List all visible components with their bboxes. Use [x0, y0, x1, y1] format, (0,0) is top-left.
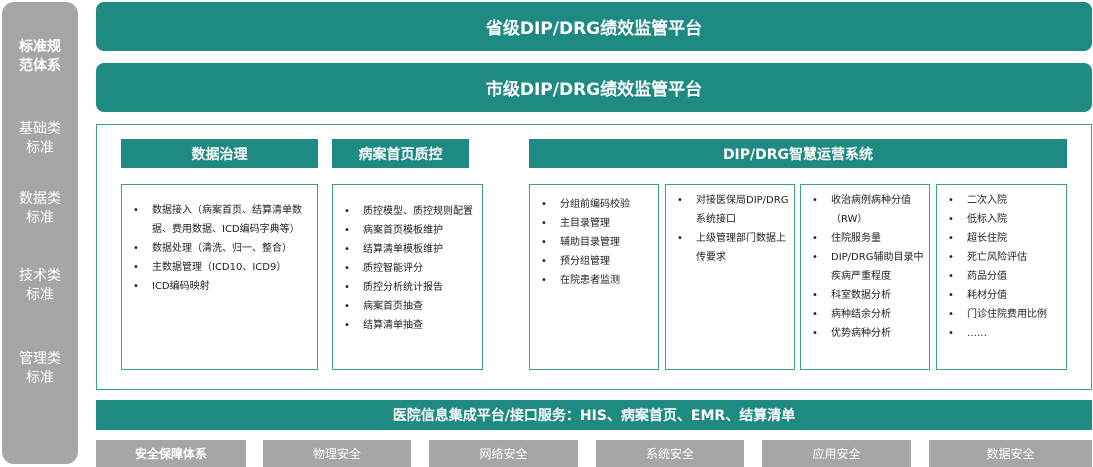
list-item: 主数据管理（ICD10、ICD9）	[122, 258, 317, 277]
standards-sidebar: 标准规 范体系 基础类 标准 数据类 标准 技术类 标准 管理类 标准	[2, 2, 78, 464]
security-label: 系统安全	[645, 447, 694, 461]
application-security-cell: 应用安全	[762, 440, 911, 467]
list-item: 预分组管理	[530, 252, 658, 271]
list-item: 分组前编码校验	[530, 195, 658, 214]
list-item: 优势病种分析	[801, 324, 929, 343]
list-item: 在院患者监测	[530, 271, 658, 290]
indicator-list: 二次入院低标入院超长住院死亡风险评估药品分值耗材分值门诊住院费用比例……	[937, 191, 1066, 343]
sidebar-label: 数据类 标准	[19, 191, 61, 226]
list-item: 质控智能评分	[333, 259, 482, 278]
list-item: 病案首页抽查	[333, 297, 482, 316]
data-security-cell: 数据安全	[929, 440, 1092, 467]
indicator-card: 二次入院低标入院超长住院死亡风险评估药品分值耗材分值门诊住院费用比例……	[936, 184, 1067, 370]
banner-title: 省级DIP/DRG绩效监管平台	[485, 19, 703, 39]
list-item: 对接医保局DIP/DRG系统接口	[666, 191, 794, 229]
list-item: 二次入院	[937, 191, 1066, 210]
quality-control-list: 质控模型、质控规则配置病案首页模板维护结算清单模板维护质控智能评分质控分析统计报…	[333, 202, 482, 335]
sidebar-item-technical: 技术类 标准	[2, 267, 78, 305]
coding-list: 分组前编码校验主目录管理辅助目录管理预分组管理在院患者监测	[530, 195, 658, 290]
sidebar-label: 管理类 标准	[19, 351, 61, 386]
interface-card: 对接医保局DIP/DRG系统接口上级管理部门数据上传要求	[665, 184, 795, 370]
list-item: 死亡风险评估	[937, 248, 1066, 267]
data-governance-list: 数据接入（病案首页、结算清单数据、费用数据、ICD编码字典等）数据处理（清洗、归…	[122, 201, 317, 296]
interface-list: 对接医保局DIP/DRG系统接口上级管理部门数据上传要求	[666, 191, 794, 267]
list-item: DIP/DRG辅助目录中疾病严重程度	[801, 248, 929, 286]
sidebar-label: 技术类 标准	[19, 268, 61, 303]
analysis-list: 收治病例病种分值（RW）住院服务量DIP/DRG辅助目录中疾病严重程度科室数据分…	[801, 191, 929, 343]
list-item: 结算清单抽查	[333, 316, 482, 335]
physical-security-cell: 物理安全	[263, 440, 411, 467]
list-item: 住院服务量	[801, 229, 929, 248]
list-item: 科室数据分析	[801, 286, 929, 305]
sidebar-item-data: 数据类 标准	[2, 190, 78, 228]
security-label: 网络安全	[479, 447, 528, 461]
list-item: 超长住院	[937, 229, 1066, 248]
list-item: 低标入院	[937, 210, 1066, 229]
list-item: 上级管理部门数据上传要求	[666, 229, 794, 267]
hospital-platform-box: 数据治理 病案首页质控 DIP/DRG智慧运营系统 数据接入（病案首页、结算清单…	[96, 124, 1092, 390]
security-system-cell: 安全保障体系	[96, 440, 246, 467]
list-item: ICD编码映射	[122, 277, 317, 296]
system-security-cell: 系统安全	[596, 440, 744, 467]
security-label: 数据安全	[986, 447, 1035, 461]
sidebar-item-management: 管理类 标准	[2, 350, 78, 388]
section-title: 数据治理	[191, 146, 248, 163]
operation-system-header: DIP/DRG智慧运营系统	[529, 139, 1067, 168]
sidebar-label: 基础类 标准	[19, 121, 61, 156]
list-item: 结算清单模板维护	[333, 240, 482, 259]
list-item: 数据处理（清洗、归一、整合）	[122, 239, 317, 258]
list-item: 质控模型、质控规则配置	[333, 202, 482, 221]
list-item: 耗材分值	[937, 286, 1066, 305]
quality-control-card: 质控模型、质控规则配置病案首页模板维护结算清单模板维护质控智能评分质控分析统计报…	[332, 184, 483, 370]
data-governance-header: 数据治理	[121, 139, 318, 168]
list-item: 主目录管理	[530, 214, 658, 233]
analysis-card: 收治病例病种分值（RW）住院服务量DIP/DRG辅助目录中疾病严重程度科室数据分…	[800, 184, 930, 370]
list-item: 收治病例病种分值（RW）	[801, 191, 929, 229]
integration-platform-bar: 医院信息集成平台/接口服务：HIS、病案首页、EMR、结算清单	[96, 400, 1092, 430]
security-label: 物理安全	[312, 447, 361, 461]
section-title: DIP/DRG智慧运营系统	[722, 146, 874, 163]
sidebar-label: 标准规 范体系	[19, 39, 61, 74]
sidebar-item-basic: 基础类 标准	[2, 120, 78, 158]
security-label: 安全保障体系	[134, 447, 207, 461]
list-item: 病案首页模板维护	[333, 221, 482, 240]
quality-control-header: 病案首页质控	[332, 139, 469, 168]
list-item: ……	[937, 324, 1066, 343]
banner-title: 市级DIP/DRG绩效监管平台	[485, 80, 703, 100]
list-item: 药品分值	[937, 267, 1066, 286]
coding-card: 分组前编码校验主目录管理辅助目录管理预分组管理在院患者监测	[529, 184, 659, 370]
integration-label: 医院信息集成平台/接口服务：HIS、病案首页、EMR、结算清单	[392, 408, 796, 424]
data-governance-card: 数据接入（病案首页、结算清单数据、费用数据、ICD编码字典等）数据处理（清洗、归…	[121, 184, 318, 370]
list-item: 病种结余分析	[801, 305, 929, 324]
list-item: 质控分析统计报告	[333, 278, 482, 297]
network-security-cell: 网络安全	[429, 440, 578, 467]
list-item: 门诊住院费用比例	[937, 305, 1066, 324]
list-item: 数据接入（病案首页、结算清单数据、费用数据、ICD编码字典等）	[122, 201, 317, 239]
provincial-platform-banner: 省级DIP/DRG绩效监管平台	[96, 2, 1092, 51]
sidebar-item-standards-system: 标准规 范体系	[2, 38, 78, 76]
security-row: 安全保障体系 物理安全 网络安全 系统安全 应用安全 数据安全	[96, 440, 1092, 467]
security-label: 应用安全	[812, 447, 861, 461]
municipal-platform-banner: 市级DIP/DRG绩效监管平台	[96, 63, 1092, 112]
list-item: 辅助目录管理	[530, 233, 658, 252]
section-title: 病案首页质控	[358, 146, 443, 163]
